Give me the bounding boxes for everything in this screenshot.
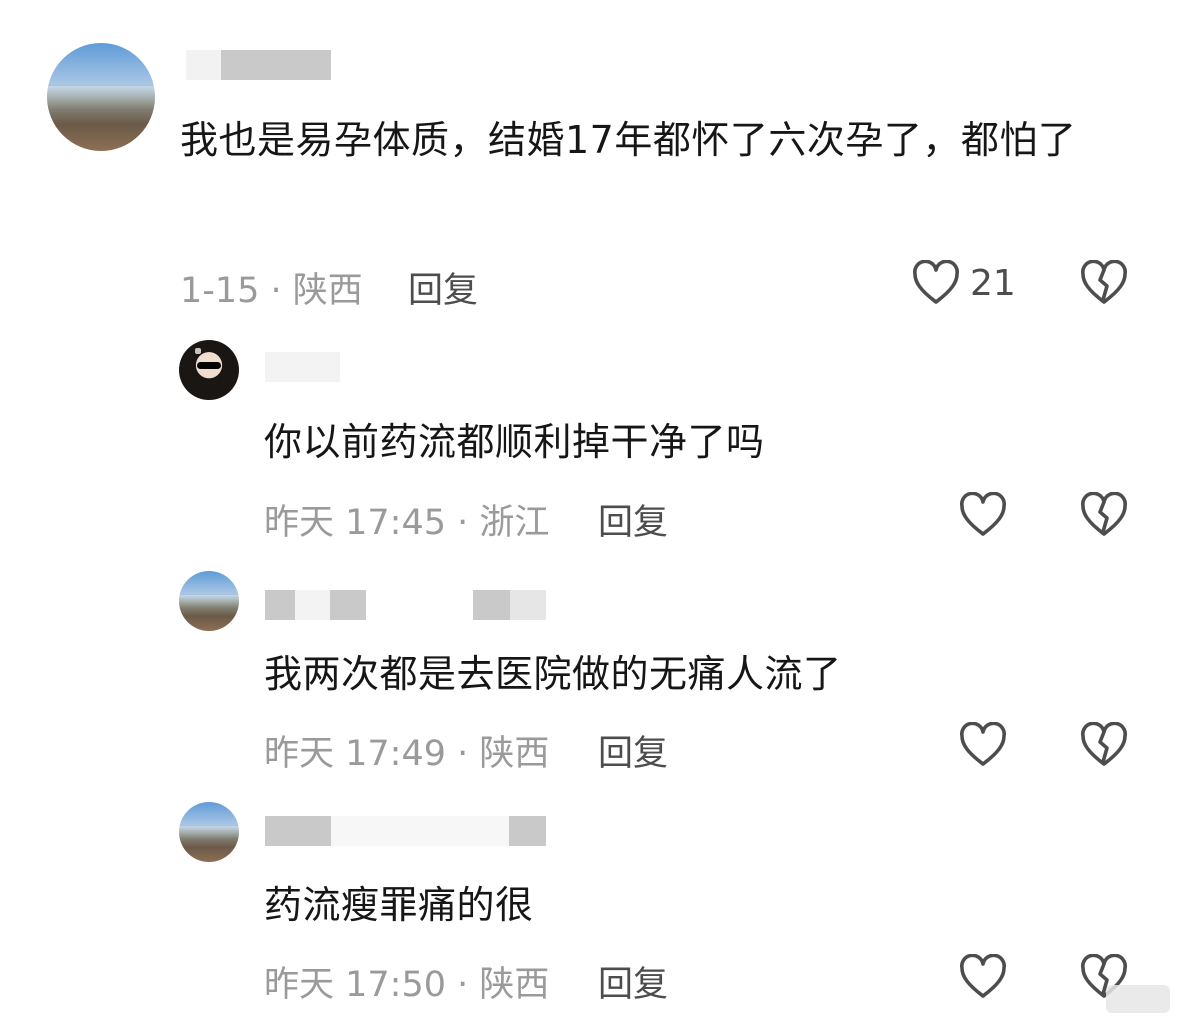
reply-button[interactable]: 回复 <box>598 494 668 545</box>
broken-heart-icon[interactable] <box>1080 492 1128 538</box>
comment-meta: 昨天 17:50 · 陕西 <box>264 965 550 1005</box>
reply-button[interactable]: 回复 <box>598 956 668 1007</box>
like-count: 21 <box>970 263 1016 304</box>
username-redacted[interactable] <box>265 352 340 382</box>
username-redacted[interactable] <box>265 816 546 846</box>
reply-button[interactable]: 回复 <box>408 262 478 313</box>
avatar[interactable] <box>179 571 239 631</box>
heart-outline-icon[interactable] <box>912 260 960 306</box>
heart-outline-icon[interactable] <box>959 722 1007 768</box>
avatar[interactable] <box>179 340 239 400</box>
comment-text: 药流瘦罪痛的很 <box>264 883 534 927</box>
avatar[interactable] <box>179 802 239 862</box>
comment-text: 你以前药流都顺利掉干净了吗 <box>264 420 765 464</box>
watermark <box>1106 985 1170 1013</box>
avatar[interactable] <box>47 43 155 151</box>
comment-meta: 昨天 17:45 · 浙江 <box>264 503 550 543</box>
heart-outline-icon[interactable] <box>959 492 1007 538</box>
heart-outline-icon[interactable] <box>959 954 1007 1000</box>
comment-meta: 昨天 17:49 · 陕西 <box>264 734 550 774</box>
broken-heart-icon[interactable] <box>1080 260 1128 306</box>
comment-meta: 1-15 · 陕西 <box>180 271 363 311</box>
reply-button[interactable]: 回复 <box>598 725 668 776</box>
comment-text: 我也是易孕体质，结婚17年都怀了六次孕了，都怕了 <box>180 118 1077 162</box>
broken-heart-icon[interactable] <box>1080 722 1128 768</box>
username-redacted[interactable] <box>265 590 546 620</box>
username-redacted[interactable] <box>186 50 331 80</box>
comment-text: 我两次都是去医院做的无痛人流了 <box>264 652 842 696</box>
